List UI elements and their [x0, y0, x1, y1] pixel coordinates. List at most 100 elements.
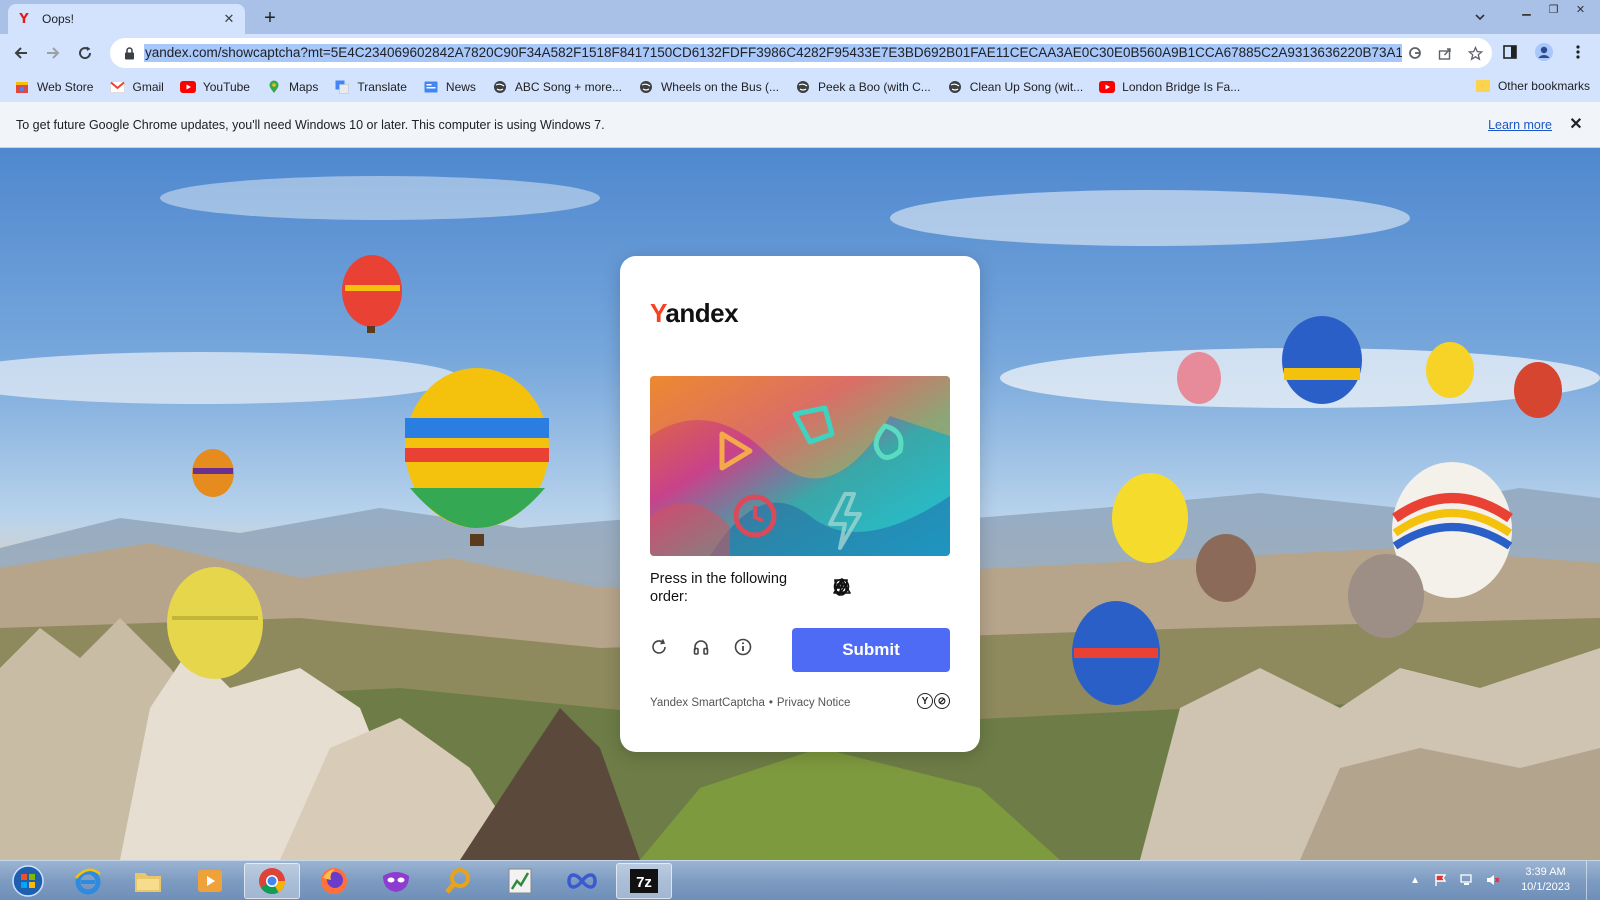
- warning-triangle-icon: [833, 578, 871, 596]
- balloon-grey-right: [1348, 554, 1424, 638]
- window-controls: ▁ ❐ ✕: [1513, 0, 1594, 18]
- maps-icon: [266, 79, 282, 95]
- update-infobar: To get future Google Chrome updates, you…: [0, 102, 1600, 148]
- web-store-icon: [14, 79, 30, 95]
- gmail-icon: [109, 79, 125, 95]
- news-icon: [423, 79, 439, 95]
- youtube-icon: [1099, 79, 1116, 95]
- yandex-logo: Yandex: [650, 298, 739, 328]
- profile-avatar-icon[interactable]: [1532, 40, 1556, 64]
- privacy-notice-link[interactable]: Privacy Notice: [777, 697, 851, 709]
- action-center-flag-icon[interactable]: [1433, 872, 1449, 888]
- bookmark-star-icon[interactable]: [1466, 44, 1484, 62]
- media-player-icon[interactable]: [182, 863, 238, 899]
- chrome-menu-icon[interactable]: [1566, 40, 1590, 64]
- system-tray: ▲ 3:39 AM 10/1/2023: [1407, 865, 1570, 895]
- internet-explorer-icon[interactable]: [60, 863, 116, 899]
- search-magnifier-icon[interactable]: [430, 863, 486, 899]
- forward-arrow-icon[interactable]: [40, 40, 66, 66]
- audio-captcha-headphones-icon[interactable]: [692, 638, 716, 662]
- taskbar-clock[interactable]: 3:39 AM 10/1/2023: [1521, 865, 1570, 895]
- infobar-message: To get future Google Chrome updates, you…: [16, 118, 605, 132]
- globe-icon: [795, 79, 811, 95]
- info-icon[interactable]: [734, 638, 758, 662]
- balloon-yellow-left: [167, 567, 263, 679]
- folder-icon: [1475, 80, 1490, 92]
- bookmark-wheels-on-the-bus[interactable]: Wheels on the Bus (...: [638, 79, 779, 95]
- other-bookmarks[interactable]: Other bookmarks: [1475, 79, 1590, 93]
- captcha-footer: Yandex SmartCaptcha • Privacy Notice: [650, 697, 850, 709]
- bookmark-translate[interactable]: Translate: [334, 79, 407, 95]
- bookmark-web-store[interactable]: Web Store: [14, 79, 93, 95]
- bookmark-youtube[interactable]: YouTube: [179, 79, 250, 95]
- translate-icon: [334, 79, 350, 95]
- tab-strip: Y Oops! ✕ + ▁ ❐ ✕: [0, 0, 1600, 34]
- side-panel-icon[interactable]: [1498, 40, 1522, 64]
- balloon-brown-right: [1196, 534, 1256, 602]
- tray-expand-icon[interactable]: ▲: [1407, 872, 1423, 888]
- browser-toolbar: yandex.com/showcaptcha?mt=5E4C2340696028…: [0, 34, 1600, 72]
- infobar-close-icon[interactable]: ✕: [1566, 114, 1586, 134]
- balloon-red-small: [342, 255, 402, 333]
- refresh-captcha-icon[interactable]: [650, 638, 674, 662]
- mask-app-icon[interactable]: [368, 863, 424, 899]
- bookmark-news[interactable]: News: [423, 79, 476, 95]
- show-desktop-button[interactable]: [1586, 861, 1600, 900]
- bookmark-maps[interactable]: Maps: [266, 79, 318, 95]
- tab-oops[interactable]: Y Oops! ✕: [8, 4, 245, 34]
- bookmark-gmail[interactable]: Gmail: [109, 79, 164, 95]
- chrome-icon[interactable]: [244, 863, 300, 899]
- close-window-button[interactable]: ✕: [1567, 0, 1594, 18]
- captcha-card: Yandex Press in the following order: Sub…: [620, 256, 980, 752]
- firefox-icon[interactable]: [306, 863, 362, 899]
- flame-icon: [835, 578, 891, 596]
- network-icon[interactable]: [1459, 872, 1475, 888]
- bookmark-london-bridge[interactable]: London Bridge Is Fa...: [1099, 79, 1240, 95]
- smartcaptcha-link[interactable]: Yandex SmartCaptcha: [650, 697, 765, 709]
- globe-icon: [492, 79, 508, 95]
- footer-separator: •: [768, 697, 773, 709]
- learn-more-link[interactable]: Learn more: [1488, 118, 1552, 132]
- tab-title: Oops!: [42, 12, 75, 26]
- globe-icon: [947, 79, 963, 95]
- windows-taskbar: 7z ▲ 3:39 AM 10/1/2023: [0, 860, 1600, 900]
- balloon-small-yellow: [1426, 342, 1474, 398]
- file-explorer-icon[interactable]: [120, 863, 176, 899]
- bookmarks-bar: Web Store Gmail YouTube Maps Translate N…: [0, 72, 1600, 102]
- reload-icon[interactable]: [72, 40, 98, 66]
- url-text[interactable]: yandex.com/showcaptcha?mt=5E4C2340696028…: [144, 44, 1402, 62]
- cup-icon: [834, 578, 911, 596]
- lock-icon[interactable]: [122, 46, 136, 60]
- captcha-challenge-image[interactable]: [650, 376, 950, 556]
- tab-search-chevron-icon[interactable]: [1470, 7, 1490, 27]
- share-icon[interactable]: [1436, 44, 1454, 62]
- bookmark-clean-up-song[interactable]: Clean Up Song (wit...: [947, 79, 1083, 95]
- tab-close-icon[interactable]: ✕: [221, 11, 237, 27]
- balloon-striped-top-right: [1282, 316, 1362, 404]
- balloon-red-far-right: [1514, 362, 1562, 418]
- back-arrow-icon[interactable]: [8, 40, 34, 66]
- start-orb-icon[interactable]: [0, 863, 56, 899]
- clock-date: 10/1/2023: [1521, 881, 1570, 893]
- volume-muted-icon[interactable]: [1485, 872, 1501, 888]
- restore-button[interactable]: ❐: [1540, 0, 1567, 18]
- submit-button[interactable]: Submit: [792, 628, 950, 672]
- infinity-app-icon[interactable]: [554, 863, 610, 899]
- google-lens-icon[interactable]: [1406, 44, 1424, 62]
- balloon-far-left: [192, 449, 234, 497]
- captcha-order-sequence: [833, 578, 931, 596]
- 7zip-icon[interactable]: 7z: [616, 863, 672, 899]
- yandex-cloud-brandmark-icon: Y ⊘: [917, 693, 950, 709]
- spreadsheet-app-icon[interactable]: [492, 863, 548, 899]
- new-tab-button[interactable]: +: [258, 6, 282, 30]
- clock-time: 3:39 AM: [1525, 866, 1566, 878]
- youtube-icon: [179, 79, 196, 95]
- minimize-button[interactable]: ▁: [1513, 0, 1540, 18]
- balloon-yellow-right: [1112, 473, 1188, 563]
- captcha-instruction: Press in the following order:: [650, 571, 788, 605]
- balloon-blue-right: [1072, 601, 1160, 705]
- bookmark-abc-song[interactable]: ABC Song + more...: [492, 79, 622, 95]
- address-bar[interactable]: yandex.com/showcaptcha?mt=5E4C2340696028…: [110, 38, 1492, 68]
- bookmark-peek-a-boo[interactable]: Peek a Boo (with C...: [795, 79, 931, 95]
- svg-text:7z: 7z: [636, 874, 652, 891]
